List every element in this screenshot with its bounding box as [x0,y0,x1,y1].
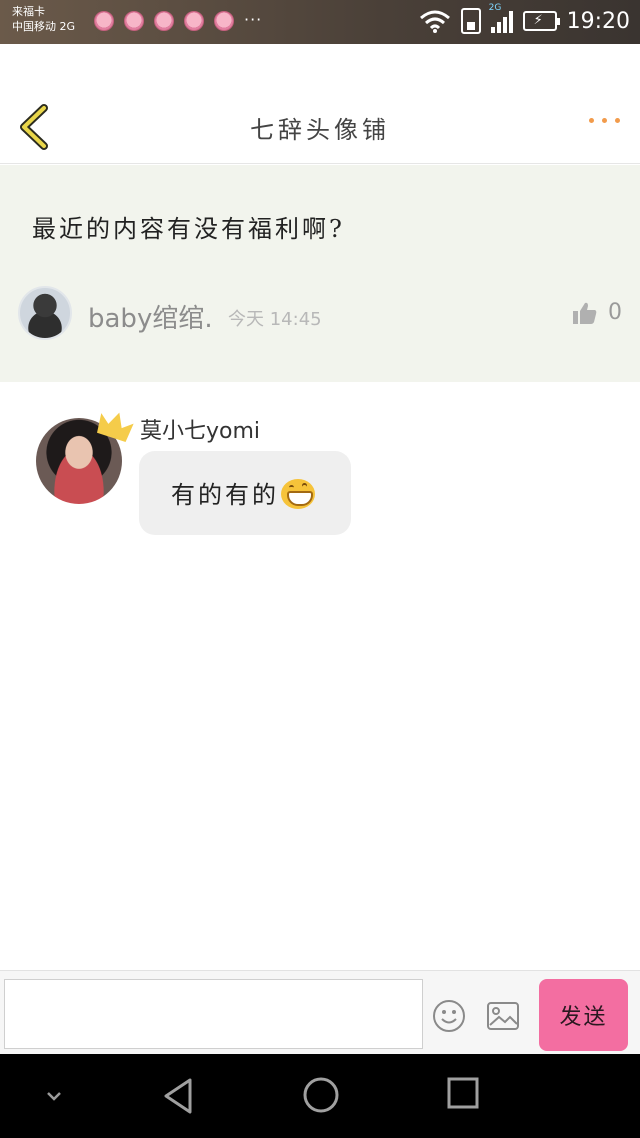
status-bar: 来福卡 中国移动 2G ··· 2G ⚡ 19:20 [0,0,640,44]
reply-author[interactable]: 莫小七yomi [140,413,260,445]
post-text: 最近的内容有没有福利啊? [32,215,345,243]
home-circle-icon[interactable] [302,1076,340,1114]
smiley-icon[interactable] [432,999,466,1033]
pig-icon [94,11,114,31]
avatar[interactable] [18,286,72,340]
pig-icon [124,11,144,31]
signal-tag: 2G [488,3,502,13]
image-icon[interactable] [486,1001,520,1031]
battery-charging-icon: ⚡ [522,11,560,31]
carrier-line2: 中国移动 [12,20,56,33]
composer-bar: 发送 [0,970,640,1054]
signal-icon: 2G [489,3,513,33]
status-icons: 2G ⚡ 19:20 [419,3,630,34]
top-bar: 七辞头像铺 [0,44,640,164]
recents-square-icon[interactable] [446,1076,480,1110]
message-text: 有的有的 [171,481,279,509]
carrier-info: 来福卡 中国移动 2G [12,4,75,34]
more-horizontal-icon[interactable] [589,118,620,123]
pig-icon [214,11,234,31]
original-post: 最近的内容有没有福利啊? baby绾绾. 今天 14:45 0 [0,165,640,382]
sim-icon [460,8,481,34]
like-button[interactable]: 0 [572,300,622,325]
grinning-emoji-icon [281,478,315,509]
wifi-icon [419,10,450,33]
message-bubble: 有的有的 [139,451,351,535]
thumbs-up-icon [573,302,597,324]
send-button[interactable]: 发送 [539,979,628,1051]
message-text-row: 有的有的 [171,475,315,512]
carrier-line1: 来福卡 [12,5,45,18]
post-author[interactable]: baby绾绾. [88,298,213,335]
chevron-down-icon[interactable] [40,1086,68,1106]
crown-icon [97,412,134,443]
notification-icons: ··· [94,11,262,31]
like-count: 0 [608,300,622,325]
pig-icon [184,11,204,31]
page-title: 七辞头像铺 [250,116,390,144]
more-notifications-icon: ··· [244,10,263,29]
post-time: 今天 14:45 [228,309,322,330]
pig-icon [154,11,174,31]
status-time: 19:20 [566,8,630,34]
network-label: 2G [59,20,76,33]
system-nav-bar [0,1054,640,1138]
back-triangle-icon[interactable] [160,1076,196,1116]
message-input[interactable] [4,979,423,1049]
